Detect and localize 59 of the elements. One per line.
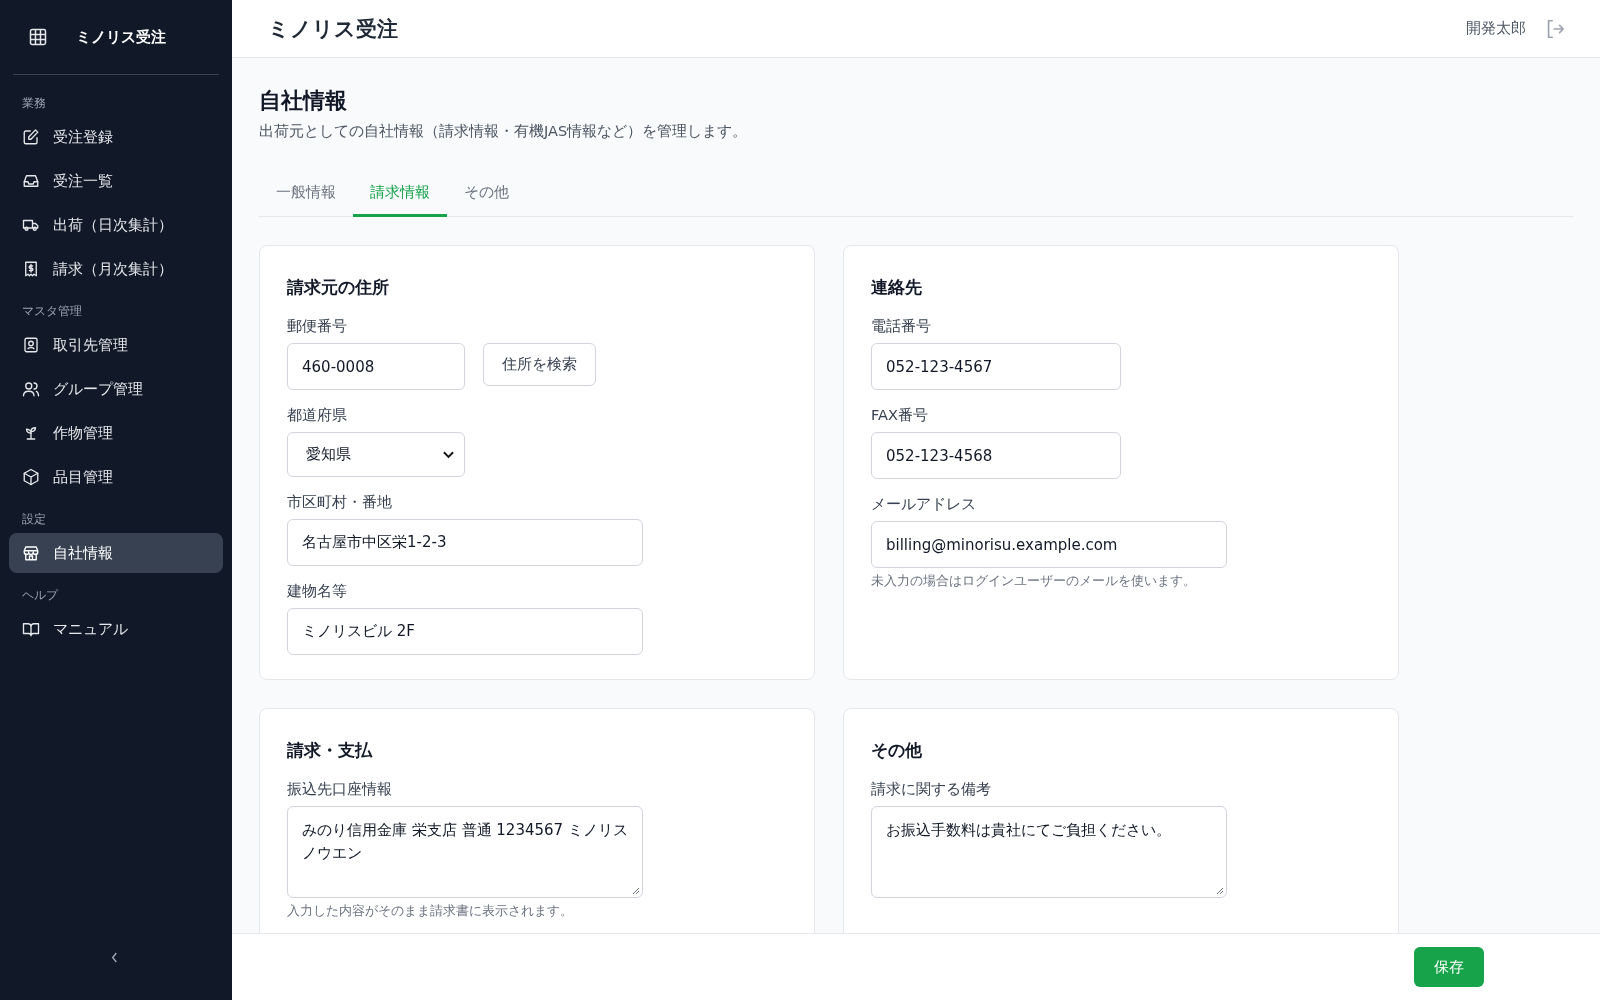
pencil-square-icon	[22, 128, 40, 146]
field-label: 建物名等	[287, 582, 348, 601]
nav-item[interactable]: マニュアル	[9, 609, 223, 649]
field-label: 振込先口座情報	[287, 780, 393, 799]
app-title: ミノリス受注	[268, 15, 398, 43]
nav-item[interactable]: 出荷（日次集計）	[9, 205, 223, 245]
user-name: 開発太郎	[1466, 19, 1526, 38]
nav-item[interactable]: グループ管理	[9, 369, 223, 409]
nav-item[interactable]: 受注登録	[9, 117, 223, 157]
field-label: メールアドレス	[871, 495, 977, 514]
grid-icon	[28, 27, 48, 47]
field-hint: 未入力の場合はログインユーザーのメールを使います。	[871, 573, 1196, 588]
nav-item[interactable]: 請求（月次集計）	[9, 249, 223, 289]
receipt-icon	[22, 260, 40, 278]
nav-section-heading: 設定	[21, 511, 47, 528]
store-icon	[22, 544, 40, 562]
resize-grip-icon[interactable]	[632, 887, 640, 895]
nav-item[interactable]: 自社情報	[9, 533, 223, 573]
input-field[interactable]: 460-0008	[287, 343, 465, 390]
select-field[interactable]: 愛知県	[287, 432, 465, 477]
field-label: FAX番号	[871, 406, 929, 425]
nav-item[interactable]: 品目管理	[9, 457, 223, 497]
nav-section-heading: 業務	[21, 95, 47, 112]
field-label: 電話番号	[871, 317, 932, 336]
card-title: その他	[871, 739, 923, 762]
field-label: 都道府県	[287, 406, 348, 425]
field-label: 郵便番号	[287, 317, 348, 336]
inbox-icon	[22, 172, 40, 190]
chevron-down-icon	[443, 450, 454, 459]
input-field[interactable]: ミノリスビル 2F	[287, 608, 643, 655]
input-field[interactable]: 052-123-4567	[871, 343, 1121, 390]
nav-section-heading: マスタ管理	[21, 303, 83, 320]
nav-item[interactable]: 作物管理	[9, 413, 223, 453]
address-search-button[interactable]: 住所を検索	[483, 343, 596, 386]
card-title: 請求元の住所	[287, 276, 390, 299]
cube-icon	[22, 468, 40, 486]
field-hint: 入力した内容がそのまま請求書に表示されます。	[287, 903, 573, 918]
tab[interactable]: その他	[447, 173, 526, 217]
page-title: 自社情報	[259, 87, 348, 115]
text-area[interactable]: みのり信用金庫 栄支店 普通 1234567 ミノリスノウエン	[287, 806, 643, 898]
field-label: 請求に関する備考	[871, 780, 992, 799]
input-field[interactable]: billing@minorisu.example.com	[871, 521, 1227, 568]
book-icon	[22, 620, 40, 638]
contact-card-icon	[22, 336, 40, 354]
card-title: 請求・支払	[287, 739, 374, 762]
text-area[interactable]: お振込手数料は貴社にてご負担ください。	[871, 806, 1227, 898]
page-description: 出荷元としての自社情報（請求情報・有機JAS情報など）を管理します。	[259, 122, 749, 141]
field-label: 市区町村・番地	[287, 493, 393, 512]
input-field[interactable]: 052-123-4568	[871, 432, 1121, 479]
input-field[interactable]: 名古屋市中区栄1-2-3	[287, 519, 643, 566]
resize-grip-icon[interactable]	[1216, 887, 1224, 895]
collapse-chevron-icon[interactable]	[110, 951, 119, 964]
nav-section-heading: ヘルプ	[21, 587, 60, 604]
tab[interactable]: 一般情報	[259, 173, 353, 217]
card-title: 連絡先	[871, 276, 923, 299]
nav-item[interactable]: 受注一覧	[9, 161, 223, 201]
users-icon	[22, 380, 40, 398]
nav-item[interactable]: 取引先管理	[9, 325, 223, 365]
app-name: ミノリス受注	[76, 27, 166, 47]
